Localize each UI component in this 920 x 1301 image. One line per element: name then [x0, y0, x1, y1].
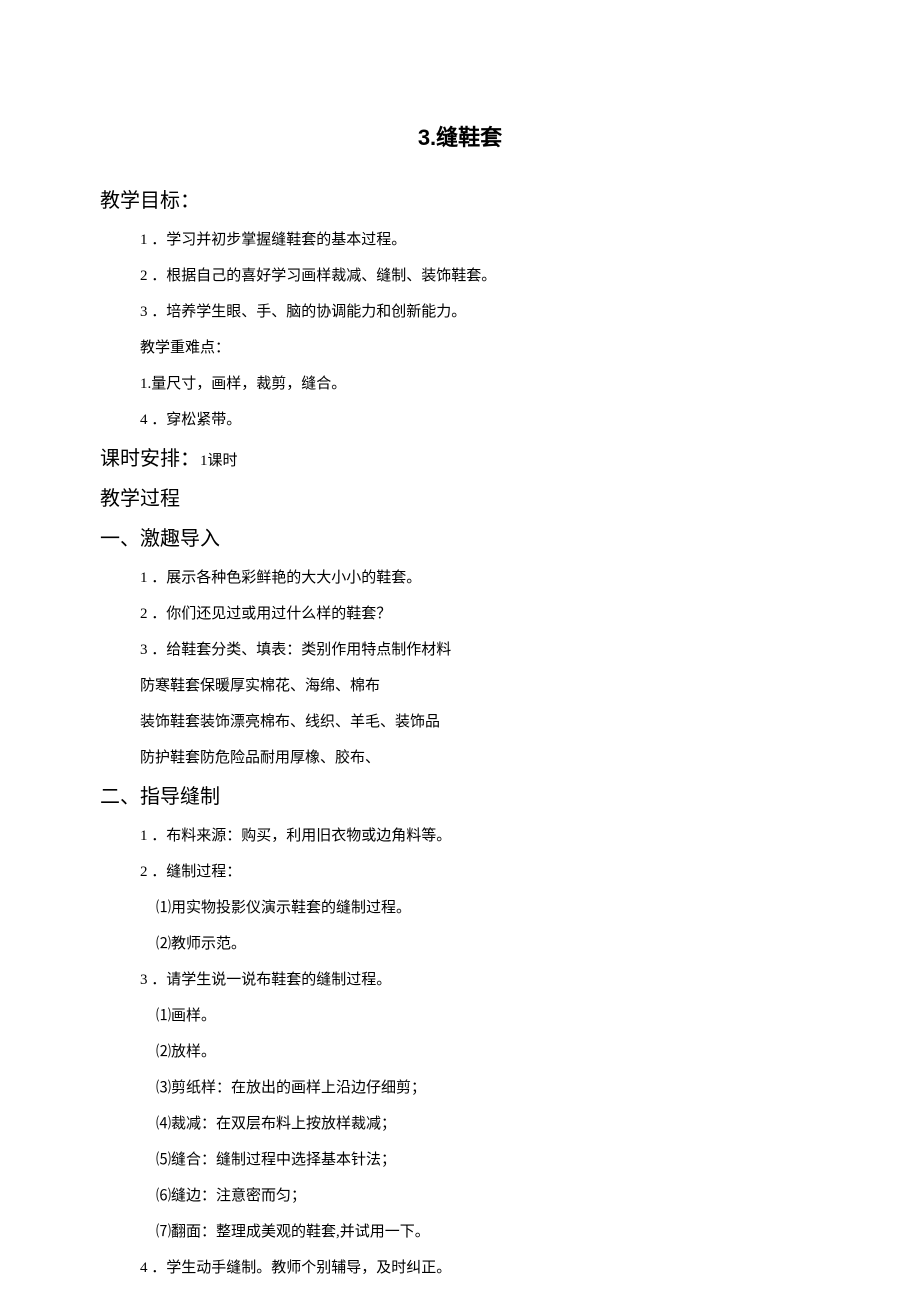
document-title: 3.缝鞋套 — [100, 120, 820, 155]
sewing-item-4: 4 ．学生动手缝制。教师个别辅导，及时纠正。 — [140, 1253, 820, 1283]
section-sewing-heading: 二、指导缝制 — [100, 781, 820, 813]
sewing-sub2-4: ⑷裁减：在双层布料上按放样裁减； — [156, 1109, 820, 1139]
sewing-sub1-1: ⑴用实物投影仪演示鞋套的缝制过程。 — [156, 893, 820, 923]
intro-item-5: 装饰鞋套装饰漂亮棉布、线织、羊毛、装饰品 — [140, 707, 820, 737]
intro-item-6: 防护鞋套防危险品耐用厚橡、胶布、 — [140, 743, 820, 773]
goal-subheading: 教学重难点： — [140, 333, 820, 363]
goal-item-2: 2 ．根据自己的喜好学习画样裁减、缝制、装饰鞋套。 — [140, 261, 820, 291]
section-goals-heading: 教学目标： — [100, 185, 820, 217]
schedule-label: 课时安排： — [100, 448, 200, 470]
goal-point-4: 4 ．穿松紧带。 — [140, 405, 820, 435]
sewing-sub2-1: ⑴画样。 — [156, 1001, 820, 1031]
intro-item-2: 2 ．你们还见过或用过什么样的鞋套？ — [140, 599, 820, 629]
sewing-sub2-7: ⑺翻面：整理成美观的鞋套,并试用一下。 — [156, 1217, 820, 1247]
intro-item-1: 1 ．展示各种色彩鲜艳的大大小小的鞋套。 — [140, 563, 820, 593]
intro-item-3: 3 ．给鞋套分类、填表：类别作用特点制作材料 — [140, 635, 820, 665]
sewing-item-2: 2 ．缝制过程： — [140, 857, 820, 887]
intro-item-4: 防寒鞋套保暖厚实棉花、海绵、棉布 — [140, 671, 820, 701]
sewing-item-1: 1 ．布料来源：购买，利用旧衣物或边角料等。 — [140, 821, 820, 851]
goal-point-1: 1.量尺寸，画样，裁剪，缝合。 — [140, 369, 820, 399]
goal-item-1: 1 ．学习并初步掌握缝鞋套的基本过程。 — [140, 225, 820, 255]
sewing-sub1-2: ⑵教师示范。 — [156, 929, 820, 959]
sewing-sub2-5: ⑸缝合：缝制过程中选择基本针法； — [156, 1145, 820, 1175]
schedule-value: 1课时 — [200, 453, 238, 469]
sewing-sub2-3: ⑶剪纸样：在放出的画样上沿边仔细剪； — [156, 1073, 820, 1103]
goal-item-3: 3 ．培养学生眼、手、脑的协调能力和创新能力。 — [140, 297, 820, 327]
section-intro-heading: 一、激趣导入 — [100, 523, 820, 555]
schedule-heading: 课时安排：1课时 — [100, 443, 820, 475]
process-heading: 教学过程 — [100, 483, 820, 515]
sewing-item-3: 3 ．请学生说一说布鞋套的缝制过程。 — [140, 965, 820, 995]
sewing-sub2-6: ⑹缝边：注意密而匀； — [156, 1181, 820, 1211]
sewing-sub2-2: ⑵放样。 — [156, 1037, 820, 1067]
